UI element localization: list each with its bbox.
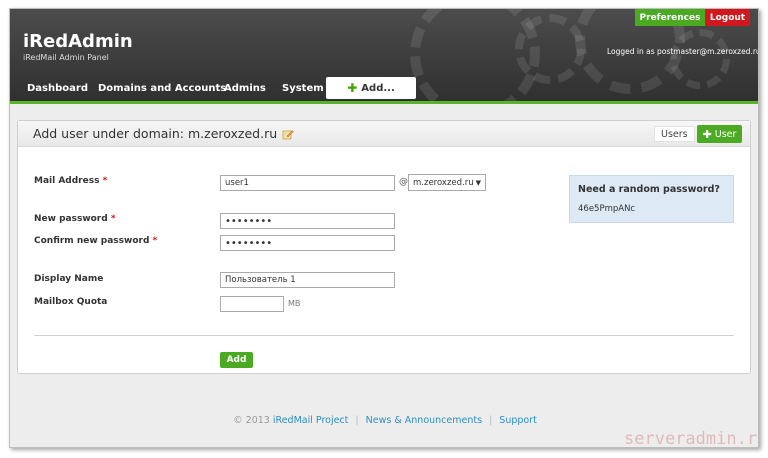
confirm-password-input[interactable]: •••••••• — [220, 235, 395, 251]
header: iRedAdmin iRedMail Admin Panel Preferenc… — [10, 9, 759, 104]
plus-icon: ✚ — [702, 127, 712, 141]
add-user-panel: Add user under domain: m.zeroxzed.ru Use… — [17, 120, 751, 374]
panel-title-text: Add user under domain: m.zeroxzed.ru — [33, 126, 278, 141]
tab-add-user[interactable]: ✚ User — [697, 125, 742, 143]
panel-header: Add user under domain: m.zeroxzed.ru Use… — [18, 121, 750, 147]
domain-select-value: m.zeroxzed.ru — [413, 177, 474, 188]
display-name-input[interactable]: Пользователь 1 — [220, 272, 395, 288]
random-password-title: Need a random password? — [578, 184, 720, 195]
nav-system[interactable]: System — [282, 83, 324, 94]
new-password-label-text: New password — [34, 214, 108, 224]
logout-button[interactable]: Logout — [705, 9, 750, 26]
required-mark: * — [102, 176, 108, 186]
nav-dashboard[interactable]: Dashboard — [27, 83, 88, 94]
required-mark: * — [110, 214, 116, 224]
required-mark: * — [152, 236, 158, 246]
nav-add-label: Add... — [361, 82, 395, 94]
mail-address-label: Mail Address * — [34, 176, 107, 186]
confirm-password-label-text: Confirm new password — [34, 236, 150, 246]
confirm-password-label: Confirm new password * — [34, 236, 157, 246]
add-button[interactable]: Add — [220, 352, 253, 368]
nav-admins[interactable]: Admins — [224, 83, 266, 94]
footer: © 2013 iRedMail Project | News & Announc… — [10, 415, 758, 426]
at-symbol: @ — [399, 177, 408, 187]
footer-support-link[interactable]: Support — [499, 415, 537, 426]
random-password-value: 46e5PmpANc — [578, 204, 636, 214]
mailbox-quota-label: Mailbox Quota — [34, 297, 108, 307]
gear-decoration — [515, 14, 585, 84]
nav-domains-and-accounts[interactable]: Domains and Accounts — [98, 83, 226, 94]
quota-unit: MB — [288, 299, 301, 308]
domain-select[interactable]: m.zeroxzed.ru ▼ — [408, 174, 486, 191]
tab-add-user-label: User — [714, 128, 737, 140]
brand-subtitle: iRedMail Admin Panel — [23, 53, 109, 62]
new-password-label: New password * — [34, 214, 116, 224]
logged-in-text: Logged in as postmaster@m.zeroxzed.ru — [607, 47, 759, 56]
watermark: serveradmin.ru — [624, 429, 759, 448]
preferences-button[interactable]: Preferences — [635, 9, 705, 26]
panel-title: Add user under domain: m.zeroxzed.ru — [33, 126, 294, 141]
footer-project-link[interactable]: iRedMail Project — [273, 415, 349, 426]
mail-address-input[interactable]: user1 — [220, 175, 395, 191]
brand-title: iRedAdmin — [23, 31, 133, 52]
footer-copyright: © 2013 — [233, 415, 270, 426]
gear-decoration — [670, 29, 730, 89]
app-window: iRedAdmin iRedMail Admin Panel Preferenc… — [9, 8, 759, 448]
mailbox-quota-input[interactable] — [220, 296, 284, 312]
pencil-icon[interactable] — [282, 128, 294, 140]
footer-separator: | — [489, 415, 493, 426]
new-password-input[interactable]: •••••••• — [220, 213, 395, 229]
brand-logo[interactable]: iRedAdmin iRedMail Admin Panel — [23, 31, 133, 62]
nav-add-button[interactable]: ✚ Add... — [326, 77, 416, 99]
tab-users[interactable]: Users — [654, 126, 695, 142]
random-password-box: Need a random password? 46e5PmpANc — [569, 175, 734, 223]
display-name-label: Display Name — [34, 274, 104, 284]
divider — [34, 335, 734, 336]
footer-separator: | — [355, 415, 359, 426]
mail-address-label-text: Mail Address — [34, 176, 100, 186]
footer-news-link[interactable]: News & Announcements — [366, 415, 482, 426]
caret-down-icon: ▼ — [475, 178, 481, 187]
plus-icon: ✚ — [347, 81, 358, 95]
nav-underline — [10, 101, 758, 104]
